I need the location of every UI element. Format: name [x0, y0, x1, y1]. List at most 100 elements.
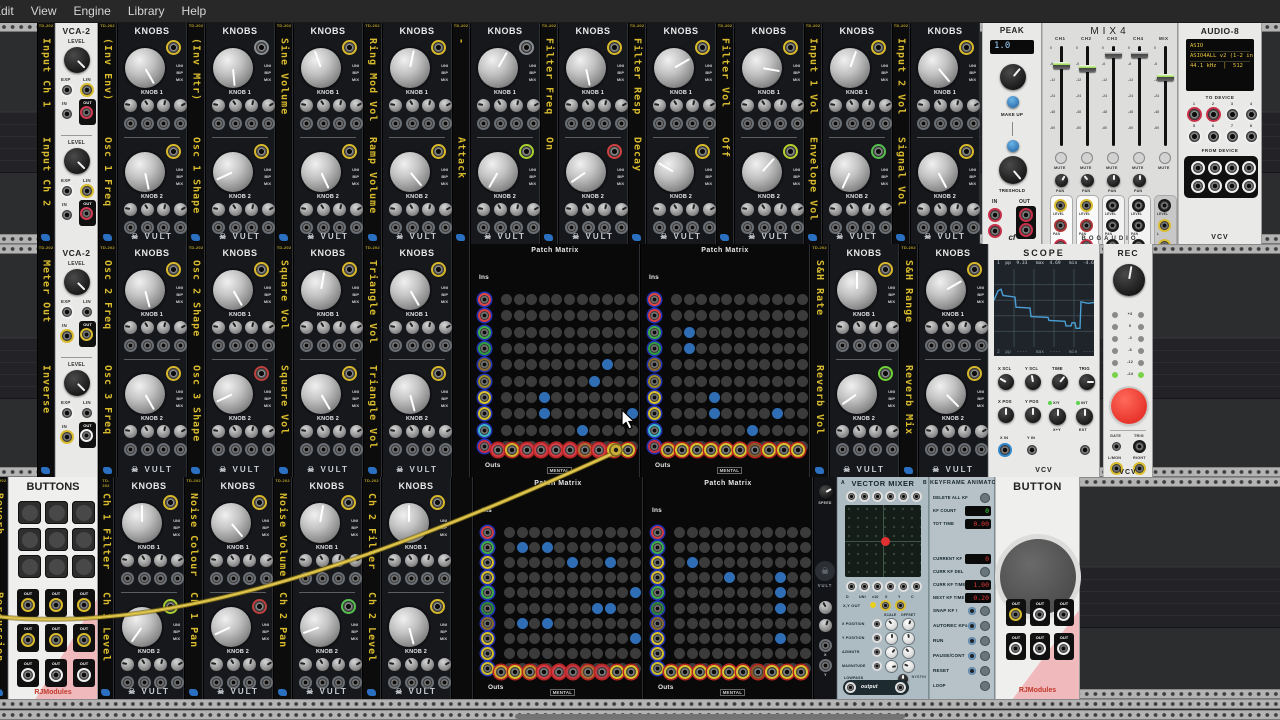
attenuator-knob[interactable] — [437, 554, 451, 567]
matrix-cell[interactable] — [686, 542, 698, 554]
attenuator-knob[interactable] — [757, 99, 771, 112]
attenuator-knob[interactable] — [333, 425, 346, 438]
grid-button[interactable] — [18, 501, 41, 524]
matrix-cell[interactable] — [671, 326, 682, 338]
matrix-cell[interactable] — [734, 392, 745, 403]
matrix-cell[interactable] — [749, 572, 761, 584]
cv-jack[interactable] — [871, 144, 886, 159]
matrix-cell[interactable] — [579, 527, 591, 538]
attenuator-knob[interactable] — [862, 99, 875, 112]
big-knob[interactable] — [390, 152, 430, 192]
strip-jack[interactable] — [1158, 219, 1171, 232]
mod-jack[interactable] — [966, 117, 980, 130]
matrix-cell[interactable] — [721, 392, 733, 403]
mod-jack[interactable] — [140, 443, 154, 456]
matrix-cell[interactable] — [501, 294, 512, 305]
attenuator-knob[interactable] — [878, 99, 892, 112]
matrix-cell[interactable] — [567, 527, 578, 538]
kfa-button[interactable] — [980, 567, 990, 577]
matrix-cell[interactable] — [774, 632, 786, 644]
matrix-cell[interactable] — [601, 326, 613, 338]
mode-switch[interactable]: UNI BIP MIX — [430, 166, 448, 187]
cv-jack[interactable] — [342, 144, 357, 159]
fader-handle[interactable] — [1105, 51, 1122, 58]
big-knob[interactable] — [125, 270, 165, 310]
matrix-cell[interactable] — [797, 359, 808, 371]
matrix-cell[interactable] — [771, 424, 783, 436]
peak-knob-1[interactable] — [1000, 64, 1026, 90]
matrix-cell[interactable] — [762, 617, 774, 629]
matrix-cell[interactable] — [554, 632, 566, 644]
attenuator-knob[interactable] — [261, 321, 275, 334]
mod-jack[interactable] — [124, 117, 137, 130]
out-jack[interactable] — [80, 106, 93, 119]
matrix-cell[interactable] — [538, 424, 550, 436]
mod-jack[interactable] — [212, 339, 225, 352]
cv-jack[interactable] — [431, 144, 446, 159]
attenuator-knob[interactable] — [941, 321, 955, 334]
matrix-out-jack[interactable] — [621, 443, 635, 457]
mod-jack[interactable] — [333, 339, 346, 352]
mod-jack[interactable] — [790, 117, 804, 130]
output-jack-a[interactable] — [845, 682, 856, 693]
attenuator-knob[interactable] — [316, 203, 330, 216]
mode-switch[interactable]: UNI BIP MIX — [251, 517, 269, 538]
matrix-cell[interactable] — [746, 310, 758, 322]
trig-jack[interactable] — [1133, 440, 1146, 453]
attenuator-knob[interactable] — [405, 99, 419, 112]
matrix-cell[interactable] — [614, 359, 626, 371]
matrix-cell[interactable] — [614, 408, 626, 420]
mode-switch[interactable]: UNI BIP MIX — [518, 62, 536, 83]
matrix-cell[interactable] — [627, 294, 638, 305]
attenuator-knob[interactable] — [228, 99, 242, 112]
mod-jack[interactable] — [173, 443, 187, 456]
matrix-in-jack[interactable] — [478, 391, 491, 404]
in-jack[interactable] — [60, 430, 74, 444]
xy-pad[interactable] — [845, 505, 921, 577]
mod-jack[interactable] — [845, 117, 859, 130]
mode-switch[interactable]: UNI BIP MIX — [341, 388, 359, 409]
in-jack-1[interactable] — [988, 208, 1002, 222]
fader-handle[interactable] — [1079, 65, 1096, 72]
from-device-jack[interactable] — [1242, 179, 1256, 193]
attenuator-knob[interactable] — [669, 99, 683, 112]
matrix-cell[interactable] — [589, 424, 601, 436]
y-in-jack[interactable] — [1025, 443, 1039, 457]
matrix-cell[interactable] — [513, 375, 525, 387]
mod-jack[interactable] — [950, 117, 963, 130]
matrix-cell[interactable] — [504, 527, 515, 538]
scope-knob[interactable] — [1025, 407, 1041, 423]
attenuator-knob[interactable] — [157, 203, 170, 216]
matrix-cell[interactable] — [708, 326, 720, 338]
matrix-cell[interactable] — [564, 310, 575, 322]
matrix-in-jack[interactable] — [478, 309, 491, 323]
matrix-cell[interactable] — [774, 617, 786, 629]
matrix-cell[interactable] — [774, 572, 786, 584]
attenuator-knob[interactable] — [565, 99, 578, 112]
top-jack[interactable] — [859, 491, 870, 502]
mode-switch[interactable]: UNI BIP MIX — [162, 517, 180, 538]
matrix-cell[interactable] — [759, 326, 771, 338]
mod-jack[interactable] — [300, 443, 313, 456]
mode-switch[interactable]: UNI BIP MIX — [341, 166, 359, 187]
big-knob[interactable] — [830, 48, 870, 88]
attenuator-knob[interactable] — [210, 554, 223, 567]
matrix-cell[interactable] — [604, 527, 616, 538]
matrix-cell[interactable] — [749, 647, 761, 659]
cv-jack[interactable] — [166, 262, 181, 277]
matrix-cell[interactable] — [749, 527, 761, 538]
matrix-cell[interactable] — [721, 343, 733, 354]
mod-jack[interactable] — [332, 572, 345, 585]
grid-button[interactable] — [18, 528, 41, 551]
matrix-cell[interactable] — [737, 587, 748, 599]
attenuator-knob[interactable] — [333, 321, 346, 334]
attenuator-knob[interactable] — [228, 425, 242, 438]
mod-jack[interactable] — [477, 117, 490, 130]
attenuator-knob[interactable] — [154, 554, 167, 567]
attenuator-knob[interactable] — [790, 99, 804, 112]
attenuator-knob[interactable] — [140, 425, 154, 438]
matrix-cell[interactable] — [774, 587, 786, 599]
matrix-cell[interactable] — [576, 375, 588, 387]
out-jack[interactable] — [21, 668, 35, 682]
matrix-cell[interactable] — [564, 408, 575, 420]
